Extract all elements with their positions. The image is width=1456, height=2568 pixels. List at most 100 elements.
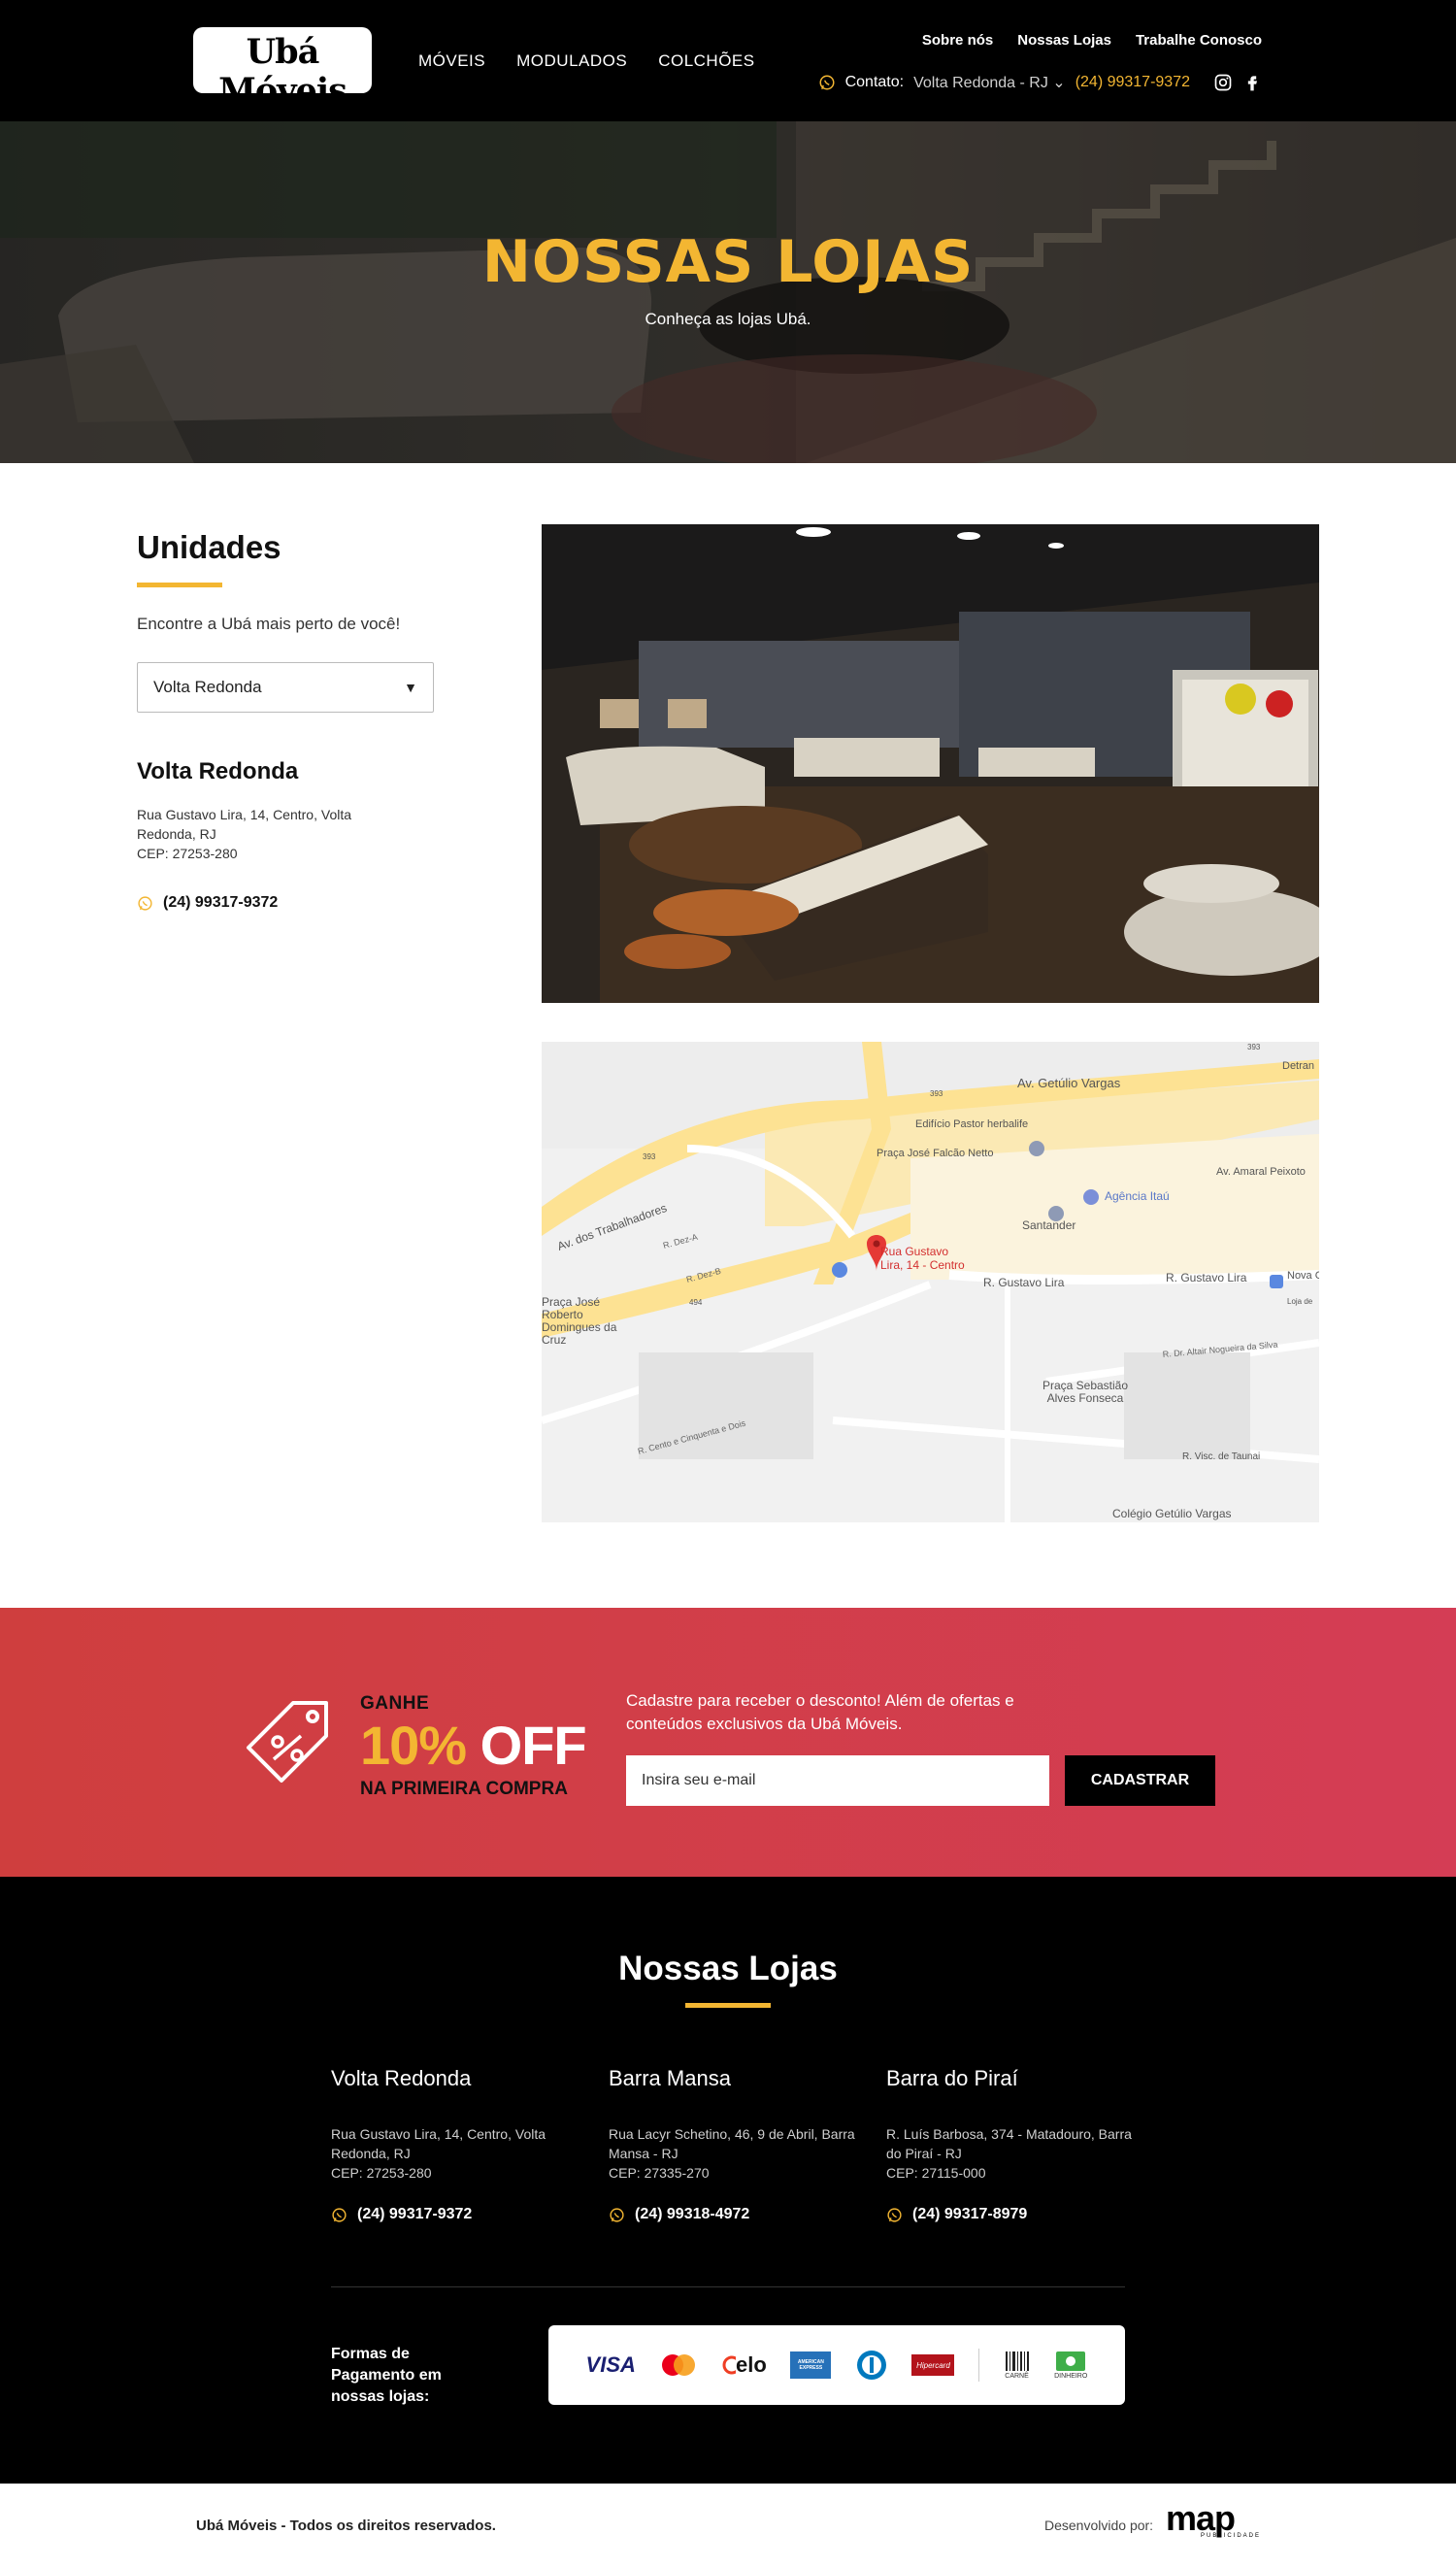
top-nav: Sobre nós Nossas Lojas Trabalhe Conosco <box>922 32 1262 49</box>
footer-store-address-line: Rua Gustavo Lira, 14, Centro, Volta Redo… <box>331 2126 546 2161</box>
newsletter-submit-button[interactable]: CADASTRAR <box>1065 1755 1215 1806</box>
store-select-value: Volta Redonda <box>153 678 262 696</box>
caret-down-icon: ▼ <box>404 680 417 695</box>
chevron-down-icon: ⌄ <box>1052 75 1066 91</box>
newsletter-email-input[interactable] <box>626 1755 1049 1806</box>
brand-tagline: colchão & modulados <box>212 109 353 119</box>
footer-store-cep: CEP: 27253-280 <box>331 2165 432 2181</box>
map-street-label: Praça Sebastião Alves Fonseca <box>1042 1380 1129 1405</box>
map-street-label: Agência Itaú <box>1105 1189 1170 1203</box>
footer-title-a: Nossas <box>618 1950 740 1987</box>
footer-store-address-line: R. Luís Barbosa, 374 - Matadouro, Barra … <box>886 2126 1132 2161</box>
store-phone[interactable]: (24) 99317-9372 <box>137 894 278 912</box>
brand-logo[interactable]: Ubá Móveis colchão & modulados <box>193 27 372 119</box>
footer-store-name: Barra do Piraí <box>886 2066 1018 2090</box>
footer-store-phone[interactable]: (24) 99317-8979 <box>886 2206 1148 2223</box>
cash-icon: DINHEIRO <box>1054 2346 1087 2385</box>
map-street-label: R. Gustavo Lira <box>1166 1271 1247 1284</box>
map-street-label: Edifício Pastor herbalife <box>915 1118 1028 1130</box>
mastercard-icon <box>659 2346 698 2385</box>
map-street-label: Nova Celular <box>1287 1270 1319 1282</box>
store-phone-number: (24) 99317-9372 <box>163 894 279 911</box>
map-street-label: Colégio Getúlio Vargas <box>1112 1507 1232 1520</box>
whatsapp-icon <box>332 2207 347 2222</box>
nav-trabalhe-conosco[interactable]: Trabalhe Conosco <box>1136 32 1262 49</box>
footer-store: Volta Redonda Rua Gustavo Lira, 14, Cent… <box>331 2066 593 2223</box>
map-road-number: 393 <box>1247 1043 1261 1051</box>
footer-store-cep: CEP: 27115-000 <box>886 2165 986 2181</box>
footer-store-phone-number: (24) 99317-9372 <box>357 2206 473 2222</box>
map-poi-icon <box>1029 1141 1044 1156</box>
footer-store-address: R. Luís Barbosa, 374 - Matadouro, Barra … <box>886 2124 1148 2183</box>
footer-store-address: Rua Lacyr Schetino, 46, 9 de Abril, Barr… <box>609 2124 871 2183</box>
footer-title: Nossas Lojas <box>0 1950 1456 1988</box>
promo-percent: 10% <box>360 1715 467 1776</box>
title-underline <box>685 2003 771 2008</box>
whatsapp-icon <box>887 2207 902 2222</box>
footer-store-cep: CEP: 27335-270 <box>609 2165 710 2181</box>
map-road-number: 393 <box>643 1152 656 1161</box>
map-street-label: Praça José Falcão Netto <box>877 1148 993 1159</box>
hero-title: NOSSAS LOJAS <box>481 228 975 296</box>
visa-icon: VISA <box>585 2352 636 2377</box>
instagram-icon[interactable] <box>1213 73 1233 92</box>
store-address-line: Rua Gustavo Lira, 14, Centro, Volta Redo… <box>137 807 352 842</box>
nav-sobre-nos[interactable]: Sobre nós <box>922 32 993 49</box>
footer-store-name: Barra Mansa <box>609 2066 731 2090</box>
whatsapp-icon <box>610 2207 624 2222</box>
map-street-label: Detran <box>1282 1060 1314 1072</box>
hero-banner: NOSSAS LOJAS Conheça as lojas Ubá. <box>0 121 1456 463</box>
city-selector[interactable]: Volta Redonda - RJ ⌄ <box>913 73 1066 92</box>
elo-icon: elo <box>722 2346 767 2385</box>
whatsapp-icon <box>819 75 835 90</box>
nav-nossas-lojas[interactable]: Nossas Lojas <box>1017 32 1111 49</box>
promo-text: Cadastre para receber o desconto! Além d… <box>626 1691 1014 1733</box>
footer-title-b: Lojas <box>748 1950 838 1987</box>
carne-icon: CARNÊ <box>1004 2346 1031 2385</box>
nav-modulados[interactable]: MODULADOS <box>516 51 627 71</box>
map-publicidade-logo[interactable]: map PUBLICIDADE <box>1166 2501 1261 2547</box>
contact-phone[interactable]: (24) 99317-9372 <box>1075 74 1190 91</box>
promo-banner <box>0 1608 1456 1877</box>
city-selector-value: Volta Redonda - RJ <box>913 75 1048 91</box>
payment-label: Formas de Pagamento em nossas lojas: <box>331 2346 442 2405</box>
map-street-label: Loja de <box>1287 1297 1313 1306</box>
nav-colchoes[interactable]: COLCHÕES <box>658 51 754 71</box>
main-nav: MÓVEIS MODULADOS COLCHÕES <box>418 51 755 71</box>
site-header: Ubá Móveis colchão & modulados MÓVEIS MO… <box>0 0 1456 121</box>
hero-subtitle: Conheça as lojas Ubá. <box>645 310 811 328</box>
footer-store-phone[interactable]: (24) 99317-9372 <box>331 2206 593 2223</box>
units-intro: Encontre a Ubá mais perto de você! <box>137 615 401 633</box>
contact-row: Contato: Volta Redonda - RJ ⌄ (24) 99317… <box>818 73 1262 92</box>
store-select[interactable]: Volta Redonda ▼ <box>137 662 434 713</box>
units-title: Unidades <box>137 529 281 565</box>
promo-ganhe: GANHE <box>360 1693 430 1714</box>
footer-store: Barra Mansa Rua Lacyr Schetino, 46, 9 de… <box>609 2066 871 2223</box>
promo-off: OFF <box>480 1715 587 1776</box>
diners-icon <box>855 2346 888 2385</box>
amex-icon: AMERICAN EXPRESS <box>790 2346 832 2385</box>
map-street-label: R. Visc. de Taunai <box>1182 1451 1260 1462</box>
brand-name: Ubá Móveis <box>218 32 347 111</box>
developed-by-label: Desenvolvido por: <box>1044 2518 1154 2533</box>
map-street-label: Santander <box>1022 1218 1075 1232</box>
map-poi-icon <box>1083 1189 1099 1205</box>
map-shop-icon <box>1270 1275 1283 1288</box>
copyright-text: Ubá Móveis - Todos os direitos reservado… <box>196 2518 496 2534</box>
map-pin-label: Lira, 14 - Centro <box>880 1258 965 1272</box>
whatsapp-icon <box>138 895 152 911</box>
footer-store-phone[interactable]: (24) 99318-4972 <box>609 2206 871 2223</box>
map-road-number: 494 <box>689 1298 703 1307</box>
payment-methods: VISA elo AMERICAN EXPRESS Hipercard CARN… <box>548 2325 1125 2405</box>
footer-store-name: Volta Redonda <box>331 2066 472 2090</box>
footer-store: Barra do Piraí R. Luís Barbosa, 374 - Ma… <box>886 2066 1148 2223</box>
facebook-icon[interactable] <box>1242 73 1262 92</box>
store-map[interactable]: Av. Getúlio Vargas Edifício Pastor herba… <box>542 1042 1319 1522</box>
footer-divider <box>331 2286 1125 2287</box>
nav-moveis[interactable]: MÓVEIS <box>418 51 485 71</box>
promo-first-purchase: NA PRIMEIRA COMPRA <box>360 1779 568 1799</box>
store-photo <box>542 524 1319 1003</box>
hipercard-icon: Hipercard <box>911 2346 955 2385</box>
footer-store-address-line: Rua Lacyr Schetino, 46, 9 de Abril, Barr… <box>609 2126 855 2161</box>
footer-store-phone-number: (24) 99317-8979 <box>912 2206 1028 2222</box>
